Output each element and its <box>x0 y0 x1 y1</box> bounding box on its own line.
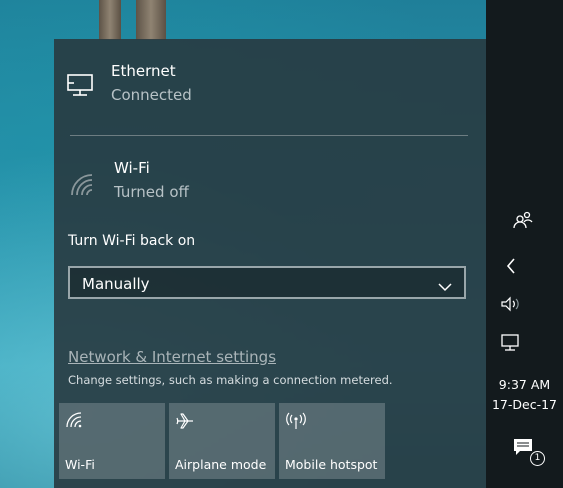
network-name: Ethernet <box>111 62 176 80</box>
divider <box>70 135 468 136</box>
wifi-off-icon <box>70 173 98 201</box>
clock-time[interactable]: 9:37 AM <box>486 377 563 392</box>
wallpaper-pillar <box>136 0 166 40</box>
clock-date[interactable]: 17-Dec-17 <box>486 397 563 412</box>
quick-action-airplane-mode[interactable]: Airplane mode <box>169 403 275 479</box>
ethernet-icon <box>66 73 96 101</box>
wifi-turn-on-dropdown[interactable]: Manually <box>68 266 466 299</box>
quick-action-wifi[interactable]: Wi-Fi <box>59 403 165 479</box>
wifi-turn-on-label: Turn Wi-Fi back on <box>68 233 196 249</box>
network-status: Turned off <box>114 183 189 201</box>
volume-icon[interactable] <box>500 295 522 317</box>
network-item-wifi[interactable]: Wi-Fi Turned off <box>54 153 486 213</box>
chevron-left-icon[interactable] <box>505 257 517 279</box>
network-settings-link[interactable]: Network & Internet settings <box>68 348 276 366</box>
notification-count-badge: 1 <box>530 451 545 466</box>
quick-action-mobile-hotspot[interactable]: Mobile hotspot <box>279 403 385 479</box>
settings-description: Change settings, such as making a connec… <box>68 373 393 387</box>
tile-label: Wi-Fi <box>65 457 95 472</box>
wifi-icon <box>65 411 85 433</box>
hotspot-icon <box>285 411 307 435</box>
network-name: Wi-Fi <box>114 159 150 177</box>
network-flyout: Ethernet Connected Wi-Fi Turned off Turn… <box>54 39 486 488</box>
taskbar: 9:37 AM 17-Dec-17 1 <box>486 0 563 488</box>
people-icon[interactable] <box>512 210 534 234</box>
tile-label: Airplane mode <box>175 457 267 472</box>
network-item-ethernet[interactable]: Ethernet Connected <box>54 57 486 117</box>
network-icon[interactable] <box>500 333 522 357</box>
tile-label: Mobile hotspot <box>285 457 378 472</box>
chevron-down-icon <box>438 277 452 296</box>
wallpaper-pillar <box>99 0 121 40</box>
airplane-icon <box>175 411 195 435</box>
network-status: Connected <box>111 86 192 104</box>
dropdown-selected-value: Manually <box>82 275 150 293</box>
